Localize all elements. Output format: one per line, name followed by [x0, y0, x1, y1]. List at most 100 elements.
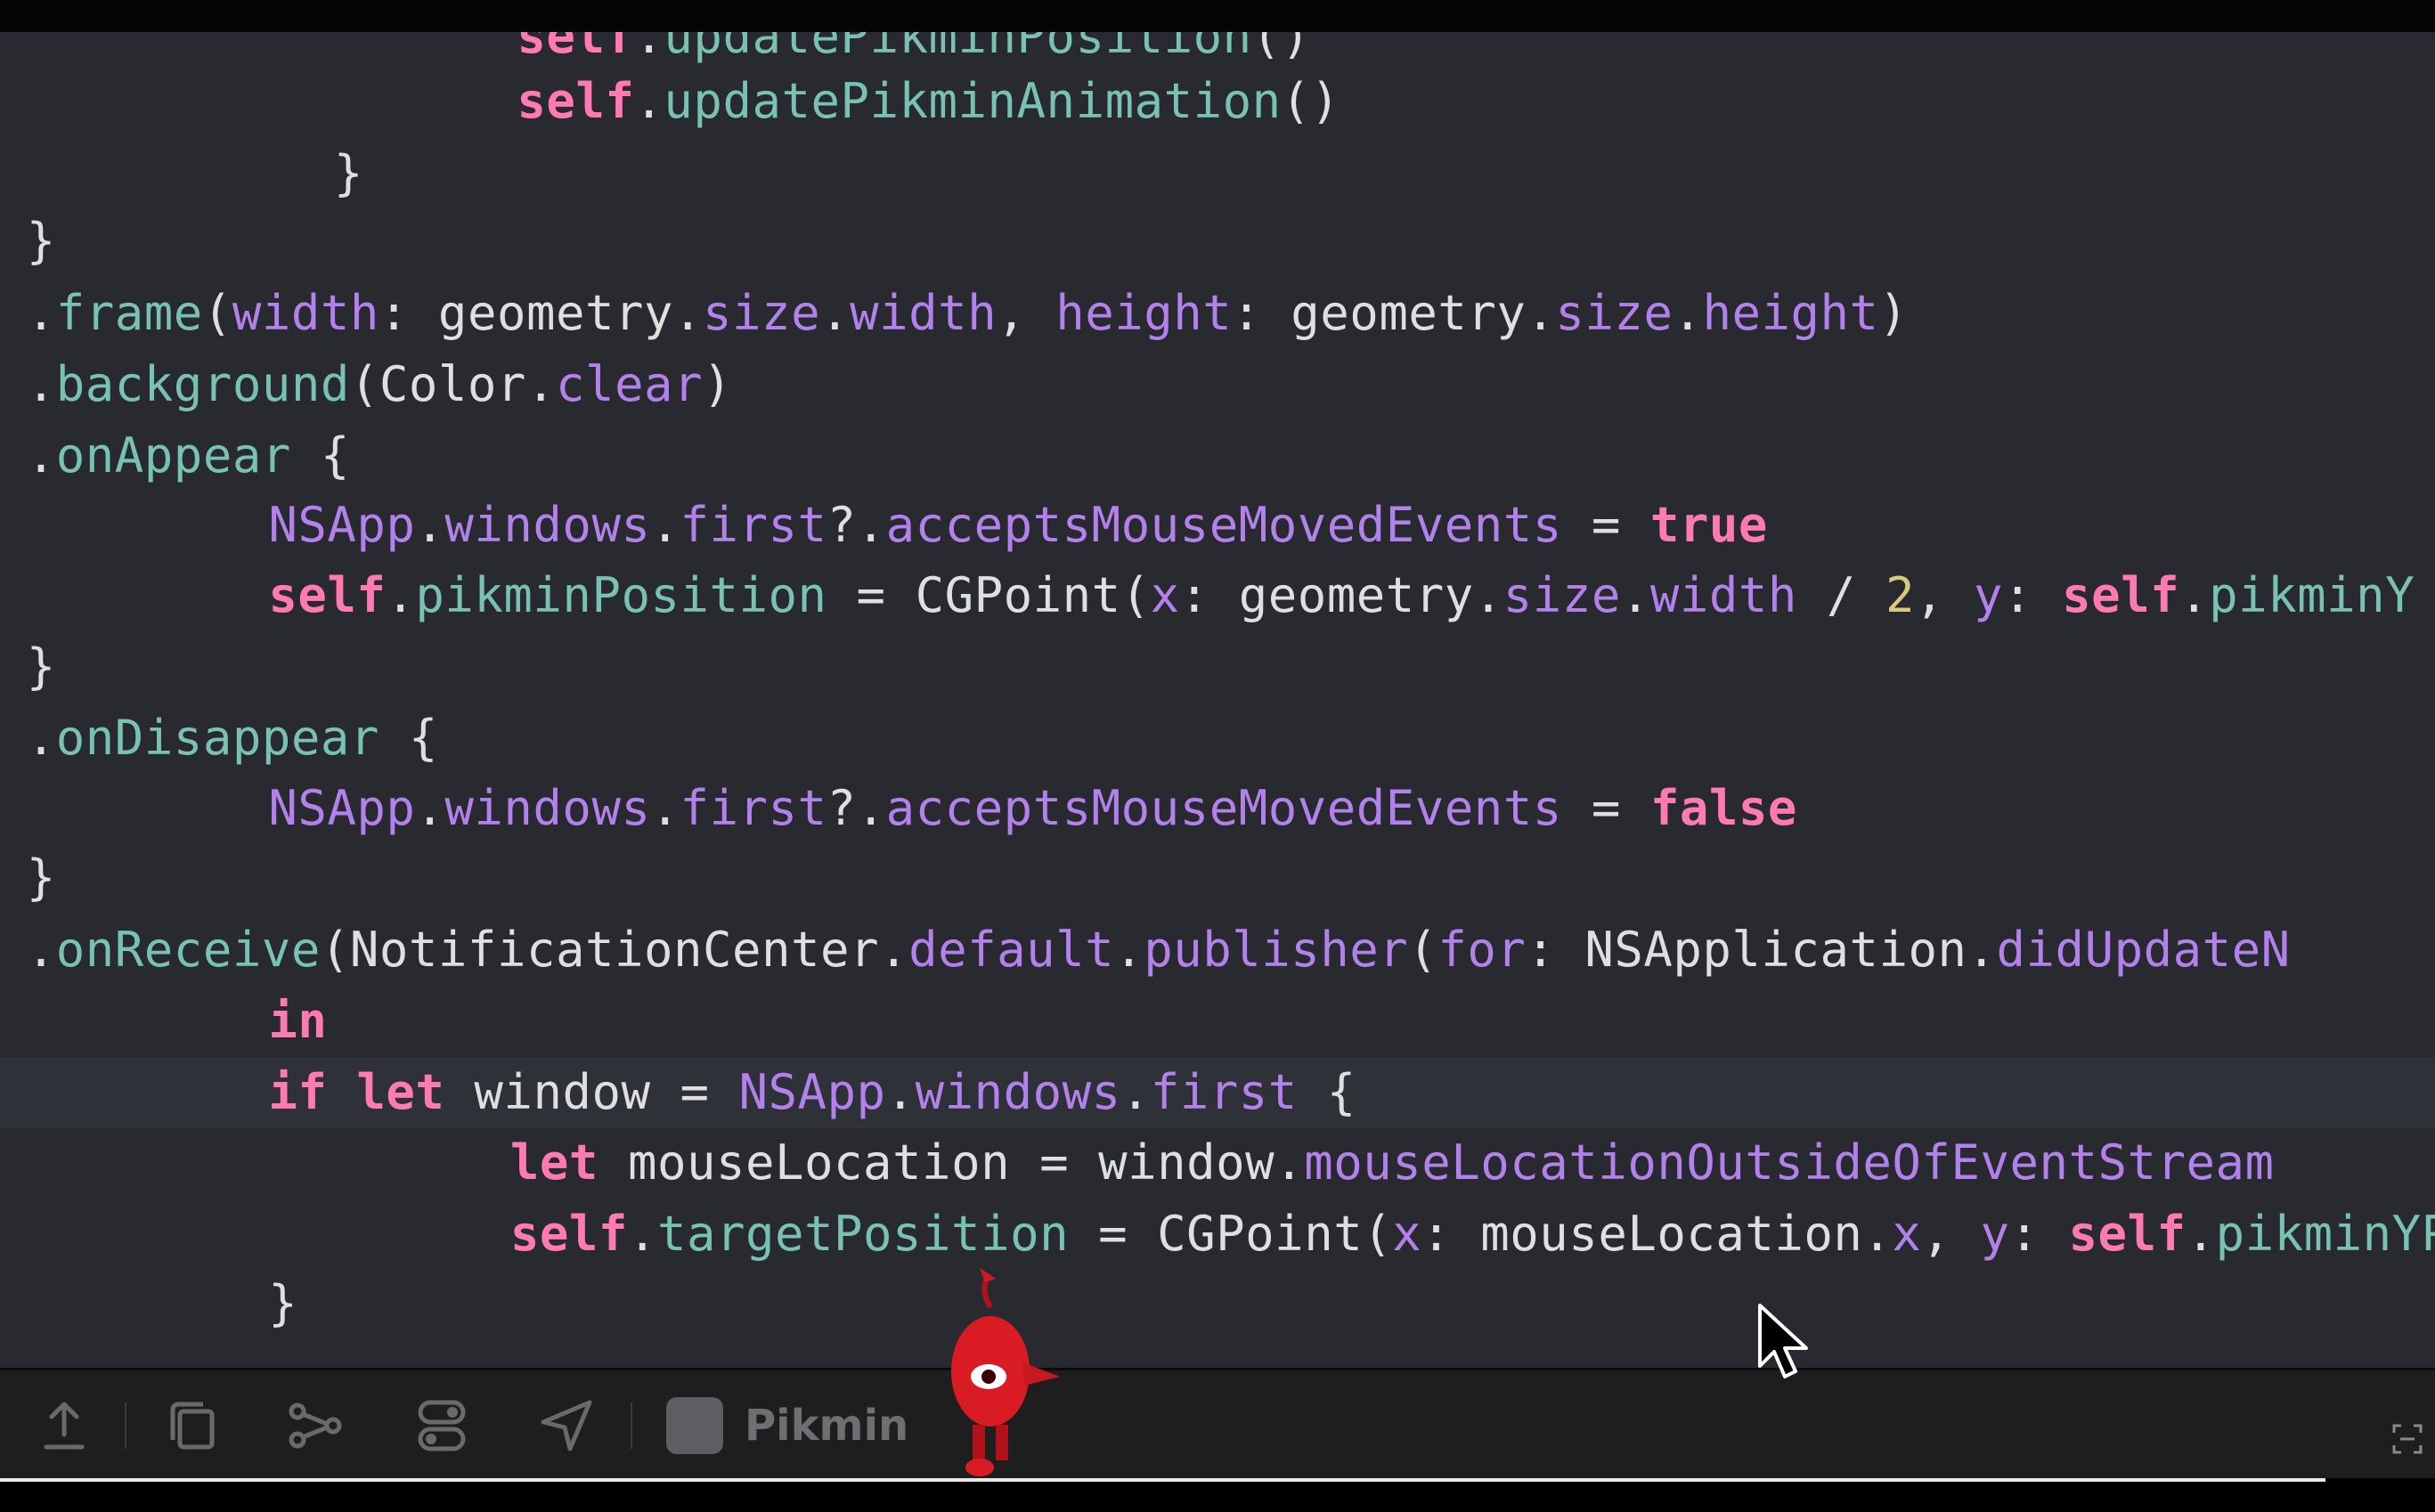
- code-token: }: [151, 1275, 298, 1332]
- code-token: acceptsMouseMovedEvents: [885, 497, 1562, 554]
- code-token: default: [908, 921, 1115, 978]
- code-token: NSApp: [268, 497, 416, 554]
- code-line[interactable]: self.pikminPosition = CGPoint(x: geometr…: [0, 560, 2435, 631]
- code-token: onDisappear: [55, 710, 379, 767]
- screenshot-icon[interactable]: [2392, 1424, 2423, 1454]
- code-token: x: [1150, 566, 1180, 623]
- code-token: ,: [1914, 566, 1975, 623]
- code-token: ): [1878, 284, 1909, 341]
- code-token: self: [2068, 1205, 2187, 1262]
- code-line[interactable]: .frame(width: geometry.size.width, heigh…: [0, 278, 2435, 349]
- scheme-label[interactable]: Pikmin: [745, 1397, 908, 1454]
- code-token: width: [850, 284, 998, 341]
- code-token: ,: [1921, 1205, 1981, 1262]
- code-token: }: [274, 144, 363, 201]
- code-line[interactable]: let mouseLocation = window.mouseLocation…: [0, 1127, 2435, 1199]
- code-token: ): [703, 355, 733, 412]
- code-token: .: [820, 284, 851, 341]
- code-token: = CGPoint(: [1069, 1205, 1393, 1262]
- code-token: mouseLocationOutsideOfEventStream: [1304, 1134, 2275, 1191]
- code-line[interactable]: in: [0, 986, 2435, 1057]
- code-token: ,: [997, 284, 1056, 341]
- code-line[interactable]: }: [0, 1268, 2435, 1339]
- code-line[interactable]: }: [0, 206, 2435, 277]
- code-token: .: [386, 566, 416, 623]
- code-token: (: [202, 284, 232, 341]
- code-token: size: [1555, 284, 1674, 341]
- layers-icon[interactable]: [164, 1397, 221, 1454]
- app-icon[interactable]: [666, 1397, 723, 1454]
- code-token: pikminPosition: [415, 566, 827, 623]
- code-token: self: [517, 73, 635, 130]
- code-token: }: [26, 213, 56, 270]
- location-arrow-icon[interactable]: [538, 1397, 595, 1454]
- code-token: ?.: [827, 497, 886, 554]
- code-token: windows: [444, 779, 651, 836]
- code-token: .: [650, 497, 680, 554]
- code-token: self: [509, 1205, 628, 1262]
- code-token: }: [26, 849, 56, 906]
- code-token: 2: [1885, 566, 1915, 623]
- code-token: /: [1796, 566, 1885, 623]
- top-bar: [0, 0, 2435, 32]
- code-token: .: [1673, 284, 1703, 341]
- code-line[interactable]: .onReceive(NotificationCenter.default.pu…: [0, 915, 2435, 986]
- code-token: let: [509, 1134, 599, 1191]
- code-token: first: [680, 779, 827, 836]
- code-token: y: [1974, 566, 2004, 623]
- playback-bar: [0, 1478, 2435, 1512]
- code-token: windows: [915, 1064, 1121, 1121]
- code-token: background: [55, 355, 350, 412]
- toggles-icon[interactable]: [413, 1397, 470, 1454]
- code-token: .: [26, 921, 56, 978]
- upload-icon[interactable]: [36, 1397, 93, 1454]
- code-token: self: [268, 566, 387, 623]
- code-token: in: [268, 992, 328, 1049]
- code-token: windows: [444, 497, 651, 554]
- code-token: .: [1120, 1064, 1151, 1121]
- code-token: updatePikminPosition: [664, 32, 1252, 65]
- code-line[interactable]: if let window = NSApp.windows.first {: [0, 1057, 2435, 1129]
- code-token: width: [232, 284, 379, 341]
- code-token: (NotificationCenter.: [320, 921, 909, 978]
- toolbar-divider: [631, 1402, 632, 1449]
- code-line[interactable]: self.targetPosition = CGPoint(x: mouseLo…: [0, 1199, 2435, 1270]
- code-token: acceptsMouseMovedEvents: [885, 779, 1562, 836]
- code-token: size: [703, 284, 821, 341]
- code-editor[interactable]: self.updatePikminPosition() self.updateP…: [0, 32, 2435, 1368]
- code-line[interactable]: }: [0, 138, 2435, 209]
- code-token: x: [1392, 1205, 1422, 1262]
- code-token: updatePikminAnimation: [664, 73, 1282, 130]
- code-token: .: [634, 73, 664, 130]
- code-line[interactable]: .onAppear {: [0, 420, 2435, 492]
- code-line[interactable]: .background(Color.clear): [0, 349, 2435, 420]
- code-token: ?.: [827, 779, 886, 836]
- code-token: NSApp: [738, 1064, 886, 1121]
- code-token: .: [26, 710, 56, 767]
- code-token: .: [650, 779, 680, 836]
- toolbar-divider: [125, 1402, 126, 1449]
- code-token: {: [379, 710, 438, 767]
- code-token: if: [268, 1064, 328, 1121]
- code-line[interactable]: }: [0, 631, 2435, 703]
- code-token: x: [1892, 1205, 1922, 1262]
- code-line[interactable]: NSApp.windows.first?.acceptsMouseMovedEv…: [0, 490, 2435, 561]
- code-line[interactable]: }: [0, 842, 2435, 914]
- code-token: onAppear: [55, 427, 291, 484]
- code-token: onReceive: [55, 921, 321, 978]
- code-token: clear: [555, 355, 704, 412]
- playback-progress[interactable]: [0, 1478, 2325, 1482]
- code-token: .: [1620, 566, 1650, 623]
- code-line[interactable]: .onDisappear {: [0, 703, 2435, 774]
- code-token: true: [1649, 497, 1768, 554]
- branch-icon[interactable]: [287, 1397, 344, 1454]
- code-token: size: [1503, 566, 1621, 623]
- code-line[interactable]: NSApp.windows.first?.acceptsMouseMovedEv…: [0, 773, 2435, 844]
- code-token: .: [627, 1205, 657, 1262]
- code-token: :: [2009, 1205, 2069, 1262]
- code-line[interactable]: self.updatePikminAnimation(): [0, 66, 2435, 137]
